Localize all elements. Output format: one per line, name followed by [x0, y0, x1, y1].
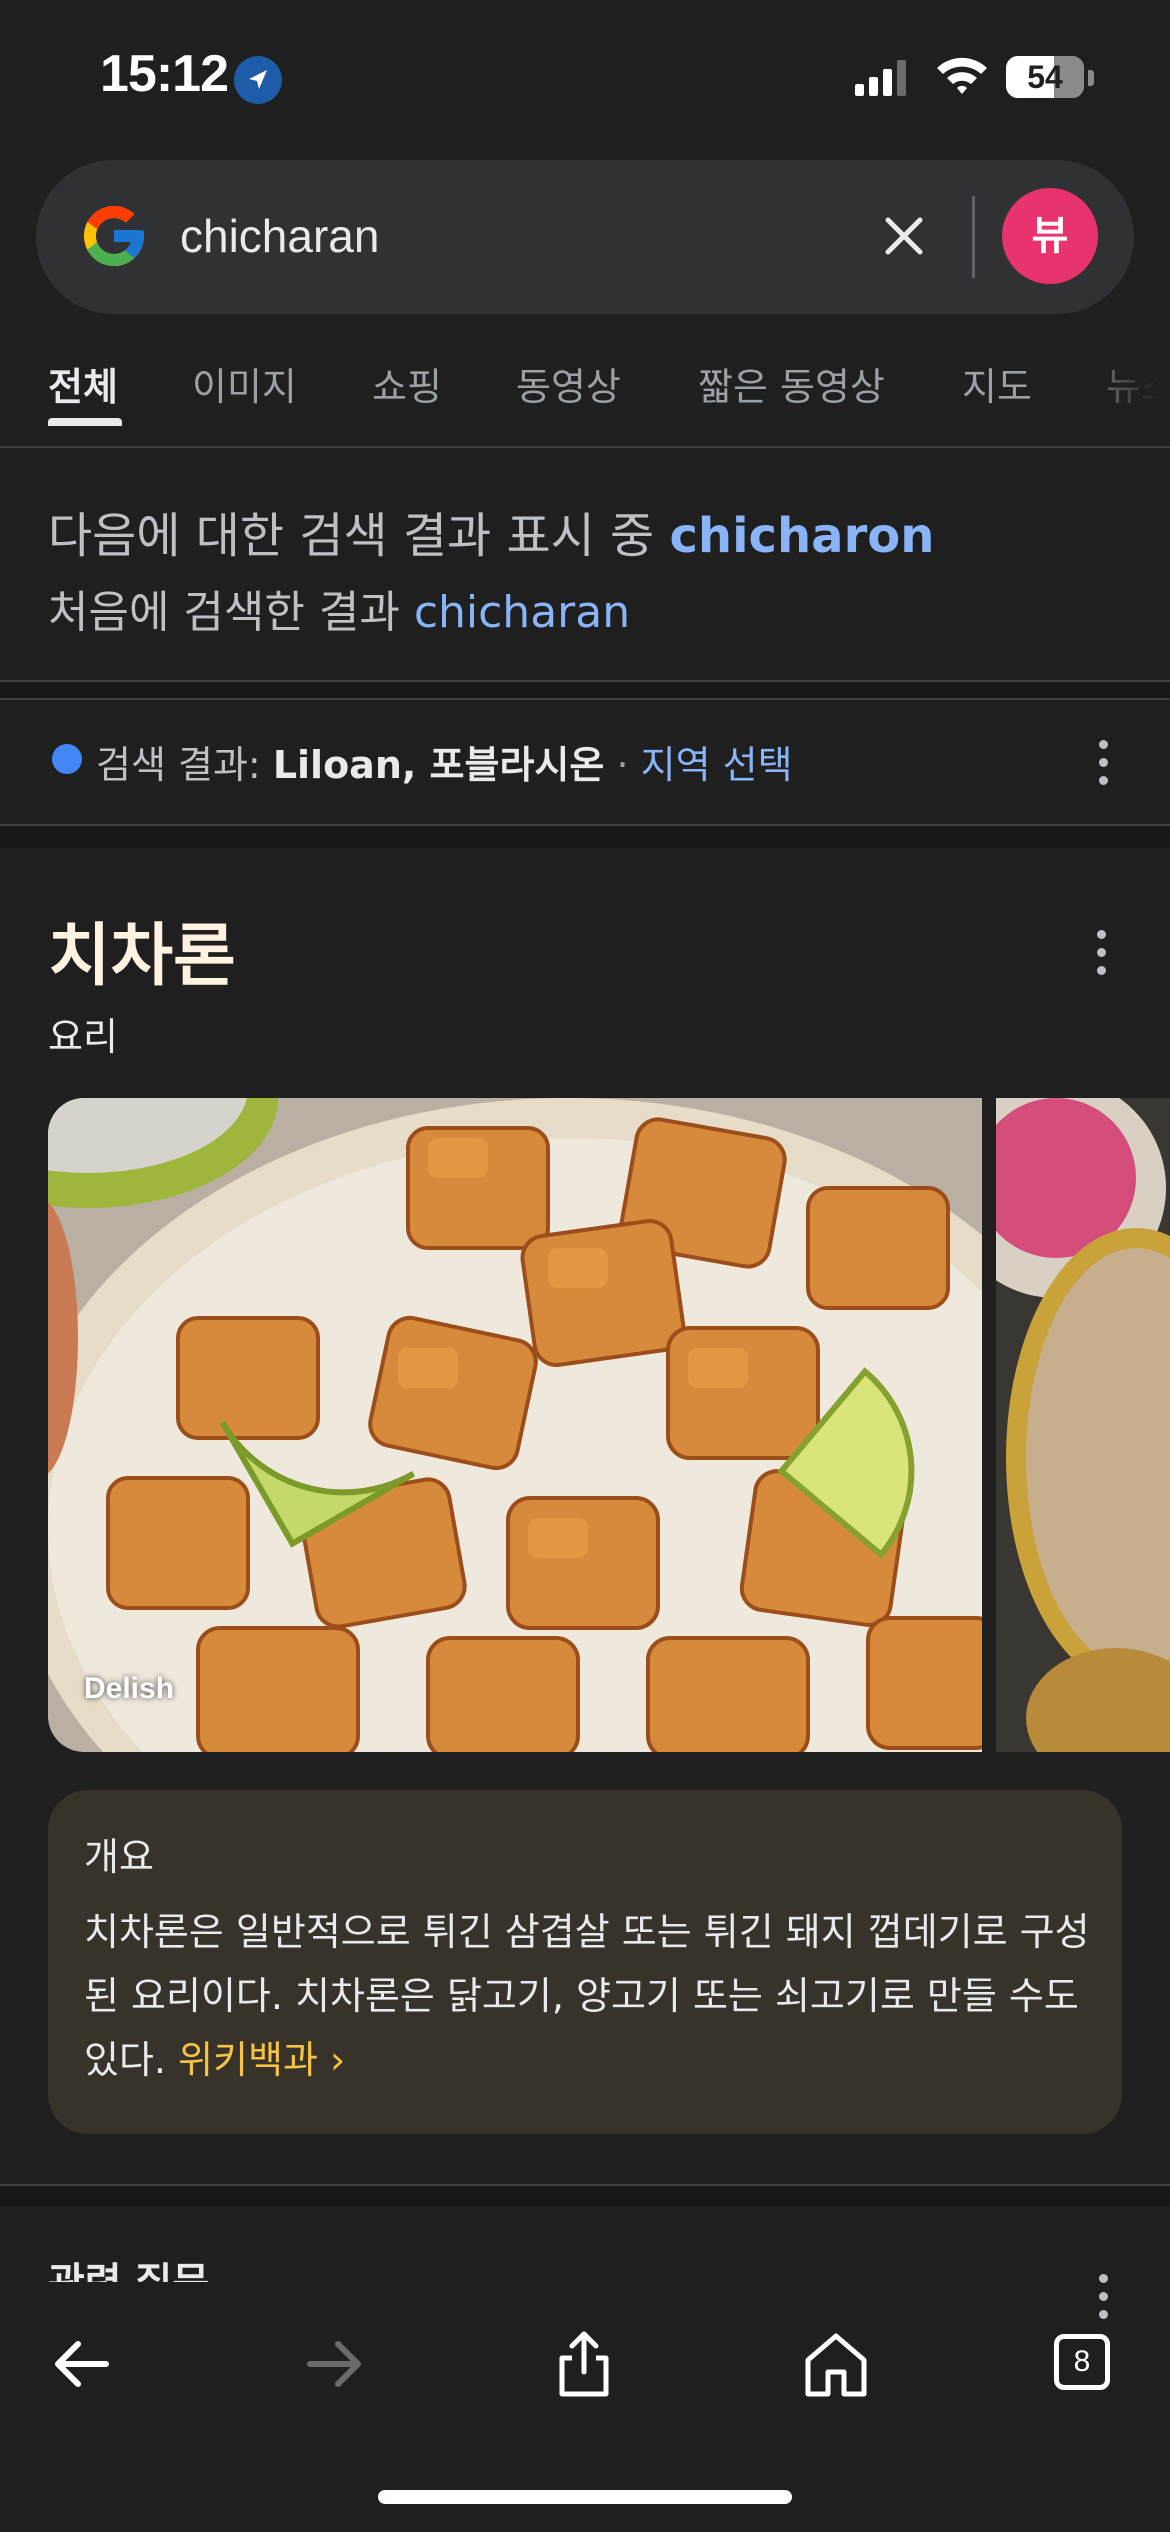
battery-level: 54	[1027, 59, 1063, 95]
tab-images[interactable]: 이미지	[192, 356, 297, 411]
home-indicator	[378, 2490, 792, 2504]
kp-subtitle: 요리	[48, 1015, 118, 1059]
forward-icon[interactable]	[294, 2324, 374, 2404]
clear-icon[interactable]	[876, 208, 932, 264]
active-tab-indicator	[48, 418, 122, 426]
signal-icon	[855, 60, 911, 100]
chevron-right-icon: ›	[330, 2038, 346, 2082]
more-icon[interactable]	[1098, 2274, 1108, 2320]
account-avatar[interactable]: 뷰	[1002, 188, 1098, 284]
more-icon[interactable]	[1096, 930, 1106, 976]
status-time: 15:12	[100, 45, 229, 103]
showing-results-for: 다음에 대한 검색 결과 표시 중 chicharon	[48, 508, 935, 564]
tab-all[interactable]: 전체	[48, 356, 118, 411]
overview-title: 개요	[84, 1835, 154, 1879]
section-separator	[0, 680, 1170, 700]
tab-videos[interactable]: 동영상	[516, 356, 621, 411]
dish-image[interactable]	[48, 1098, 982, 1752]
tab-maps[interactable]: 지도	[962, 356, 1032, 411]
google-logo[interactable]	[78, 200, 150, 272]
home-icon[interactable]	[796, 2324, 876, 2404]
location-info: 검색 결과: Liloan, 포블라시온 · 지역 선택	[96, 743, 793, 787]
image-credit: Delish	[84, 1672, 175, 1705]
tabs-divider	[0, 446, 1170, 448]
search-input[interactable]: chicharan	[180, 206, 379, 266]
back-icon[interactable]	[42, 2324, 122, 2404]
choose-region-link[interactable]: 지역 선택	[641, 743, 793, 787]
overview-text: 치차론은 일반적으로 튀긴 삼겹살 또는 튀긴 돼지 껍데기로 구성된 요리이다…	[84, 1910, 1090, 2082]
tabs-fade	[1060, 340, 1170, 440]
section-separator	[0, 824, 1170, 848]
location-arrow-icon	[234, 56, 282, 104]
share-icon[interactable]	[544, 2324, 624, 2404]
original-query-link[interactable]: chicharan	[414, 587, 630, 638]
wifi-icon	[934, 54, 990, 102]
battery-icon: 54	[1006, 56, 1084, 98]
tab-short-videos[interactable]: 짧은 동영상	[698, 356, 885, 411]
wikipedia-link[interactable]: 위키백과 ›	[178, 2038, 345, 2082]
tabs-icon[interactable]: 8	[1054, 2334, 1110, 2390]
section-separator	[0, 2184, 1170, 2206]
location-dot-icon	[52, 744, 82, 774]
battery-cap	[1088, 70, 1094, 86]
dish-image-2[interactable]	[996, 1098, 1170, 1752]
search-divider	[972, 196, 975, 278]
tab-shopping[interactable]: 쇼핑	[372, 356, 442, 411]
more-icon[interactable]	[1098, 740, 1108, 786]
kp-title: 치차론	[48, 917, 236, 996]
search-instead-for: 처음에 검색한 결과 chicharan	[48, 587, 631, 638]
corrected-query-link[interactable]: chicharon	[669, 508, 934, 564]
